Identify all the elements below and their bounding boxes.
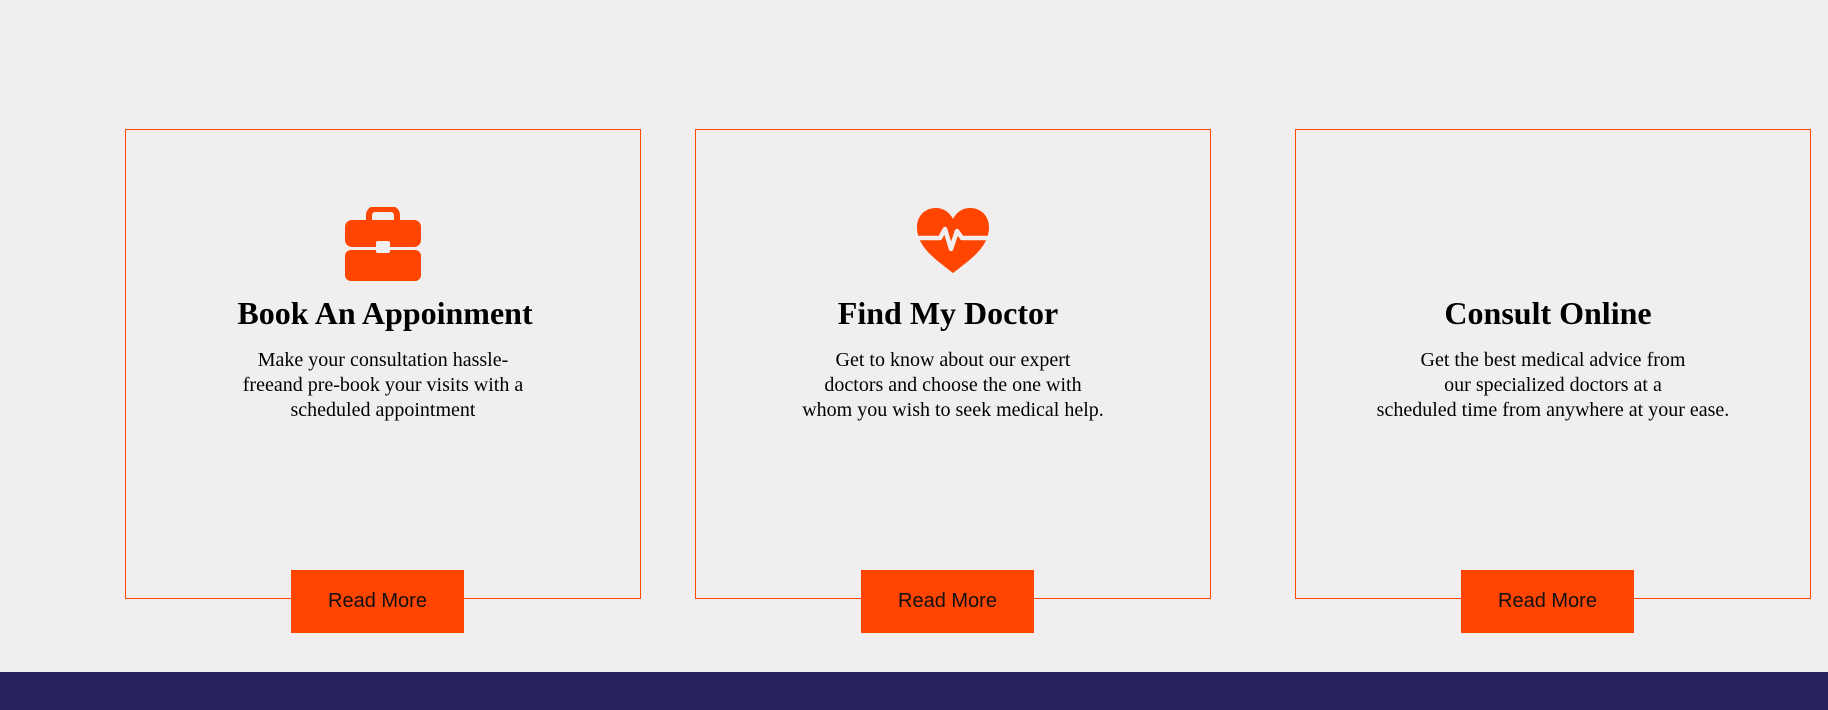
service-card-consult-online: Consult Online Get the best medical advi… [1295, 129, 1811, 633]
card-description-line: scheduled time from anywhere at your eas… [1376, 399, 1730, 421]
card-description-line: our specialized doctors at a [1444, 374, 1662, 396]
card-description-line: whom you wish to seek medical help. [802, 399, 1104, 421]
card-description: Make your consultation hassle- freeand p… [223, 348, 543, 423]
service-card-book-appointment: Book An Appoinment Make your consultatio… [125, 129, 641, 633]
heartbeat-icon [913, 207, 993, 287]
card-description-line: Make your consultation hassle- [257, 349, 509, 371]
card-title: Find My Doctor [837, 295, 1059, 331]
service-card-find-doctor: Find My Doctor Get to know about our exp… [695, 129, 1211, 633]
card-description-line: scheduled appointment [290, 399, 476, 421]
card-title: Consult Online [1444, 295, 1652, 331]
card-description-line: Get the best medical advice from [1420, 349, 1686, 371]
card-description-line: Get to know about our expert [835, 349, 1071, 371]
briefcase-icon [343, 207, 423, 287]
card-title: Book An Appoinment [237, 295, 533, 331]
card-description: Get the best medical advice from our spe… [1353, 348, 1753, 423]
card-description-line: doctors and choose the one with [824, 374, 1082, 396]
read-more-button[interactable]: Read More [1461, 570, 1634, 633]
read-more-button[interactable]: Read More [861, 570, 1034, 633]
footer-bar [0, 672, 1828, 710]
read-more-button[interactable]: Read More [291, 570, 464, 633]
card-description-line: freeand pre-book your visits with a [242, 374, 524, 396]
card-description: Get to know about our expert doctors and… [773, 348, 1133, 423]
